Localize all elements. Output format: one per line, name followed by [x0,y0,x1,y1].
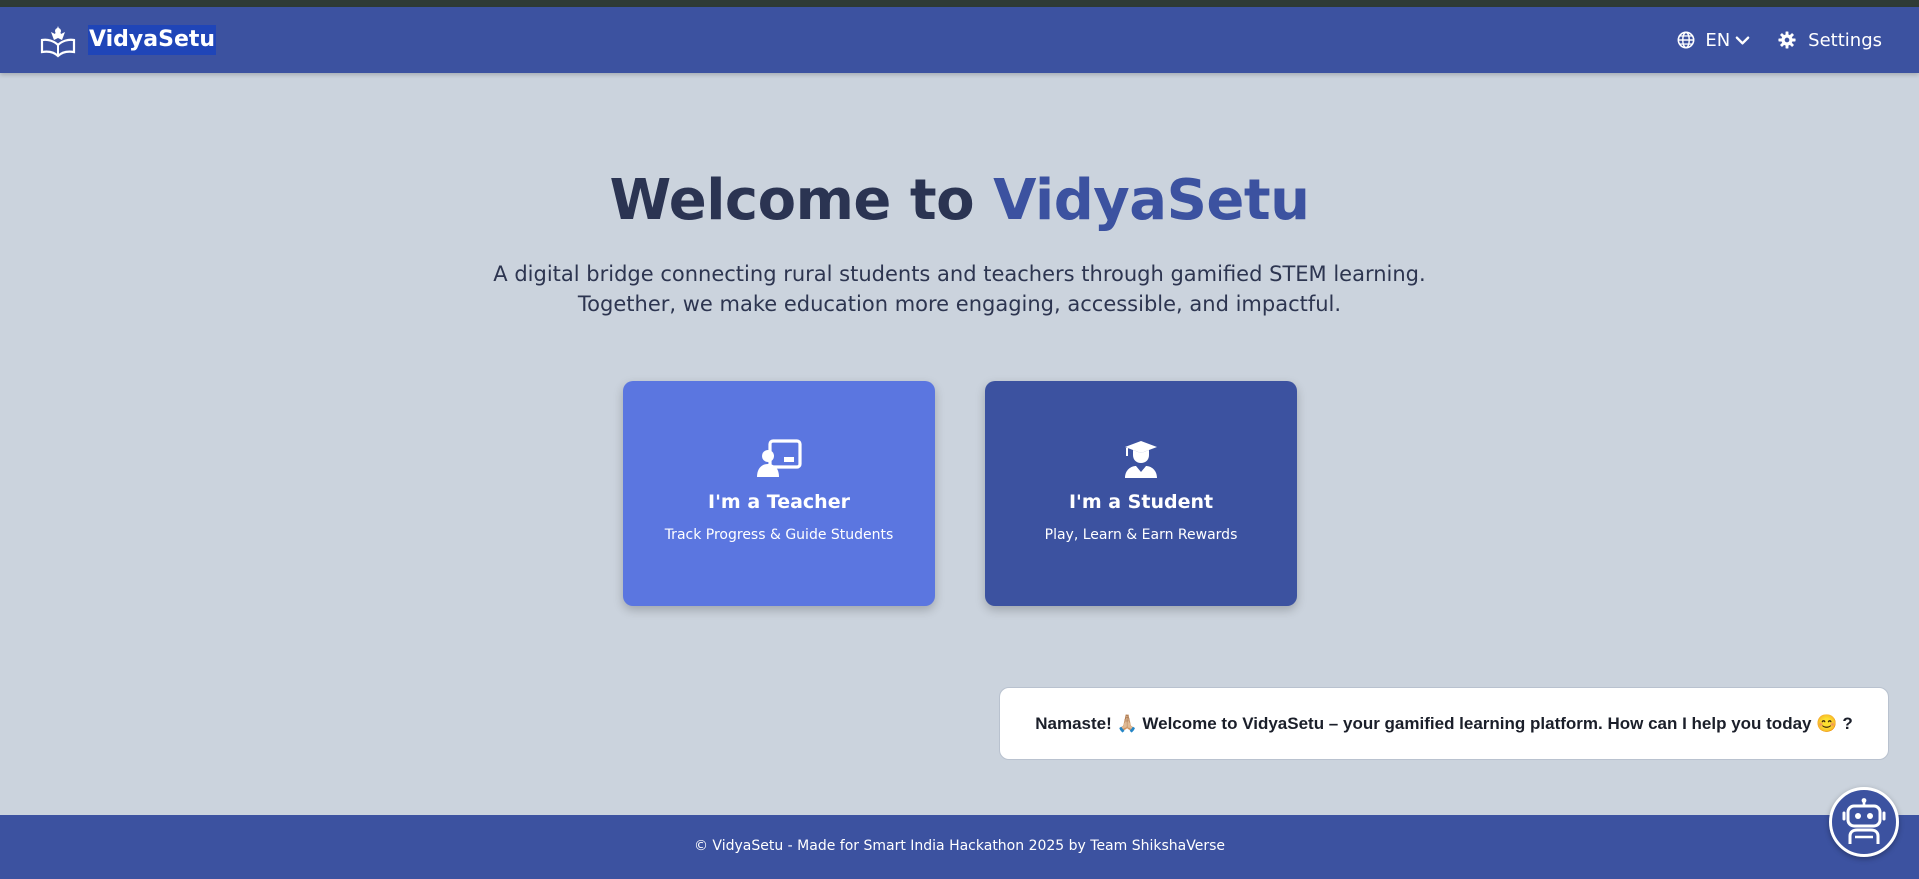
subtitle-line-2: Together, we make education more engagin… [577,292,1342,316]
page-title: Welcome to VidyaSetu [0,168,1919,234]
user-graduate-icon [1125,441,1157,478]
title-accent: VidyaSetu [993,168,1310,233]
footer-text: © VidyaSetu - Made for Smart India Hacka… [693,838,1225,854]
settings-label: Settings [1808,29,1882,51]
card-icon-wrap [623,439,935,479]
book-reader-icon [40,26,76,58]
chevron-down-icon [1735,35,1750,45]
card-icon-wrap [985,439,1297,479]
smile-emoji: 😊 [1816,713,1838,733]
teacher-card-subtitle: Track Progress & Guide Students [664,527,894,543]
page-subtitle: A digital bridge connecting rural studen… [0,259,1919,319]
language-selector[interactable]: EN [1677,30,1750,51]
chat-text-1: Namaste! [1035,713,1117,733]
robot-icon [1842,798,1886,844]
globe-icon [1677,31,1695,49]
subtitle-line-1: A digital bridge connecting rural studen… [493,262,1426,286]
brand-name[interactable]: VidyaSetu [88,25,217,55]
brand[interactable]: VidyaSetu [38,22,217,58]
chatbot-toggle-button[interactable] [1829,787,1899,857]
chat-text-2: Welcome to VidyaSetu – your gamified lea… [1137,713,1817,733]
namaste-emoji: 🙏🏼 [1116,713,1138,733]
settings-button[interactable]: Settings [1778,30,1882,51]
chatbot-message: Namaste! 🙏🏼 Welcome to VidyaSetu – your … [999,687,1889,760]
student-role-card[interactable]: I'm a Student Play, Learn & Earn Rewards [985,381,1297,606]
student-card-subtitle: Play, Learn & Earn Rewards [1044,527,1238,543]
language-code: EN [1705,29,1731,51]
chalkboard-teacher-icon [757,439,802,477]
browser-top-strip [0,0,1919,7]
gear-icon [1778,31,1796,49]
nav-right: EN Settings [1677,26,1882,54]
teacher-role-card[interactable]: I'm a Teacher Track Progress & Guide Stu… [623,381,935,606]
title-prefix: Welcome to [609,168,994,233]
navbar: VidyaSetu EN Settings [0,7,1919,73]
chat-text-3: ? [1842,713,1853,733]
student-card-title: I'm a Student [1068,491,1214,513]
teacher-card-title: I'm a Teacher [708,491,850,513]
footer: © VidyaSetu - Made for Smart India Hacka… [0,815,1919,879]
